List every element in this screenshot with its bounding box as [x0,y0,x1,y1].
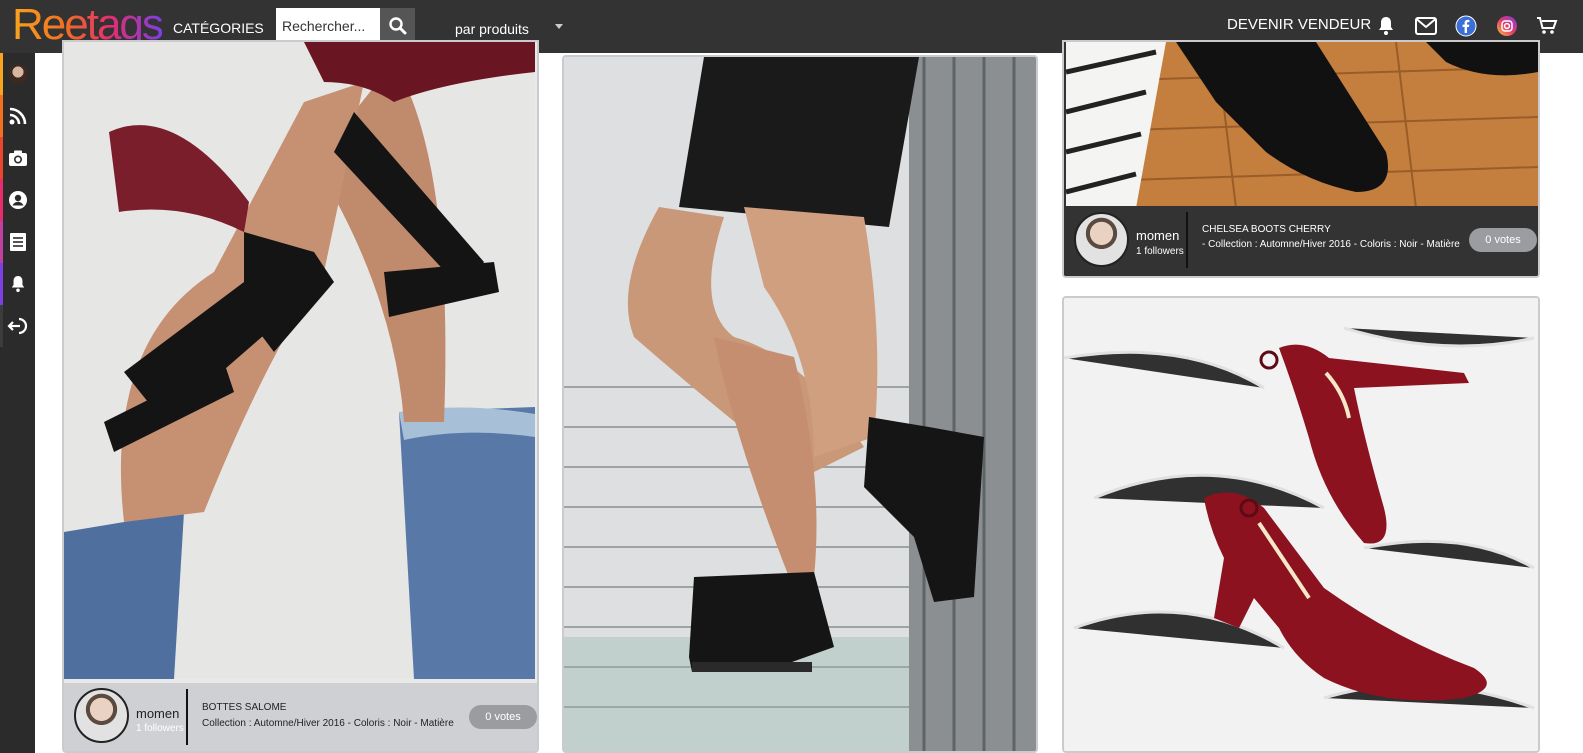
product-description: Collection : Automne/Hiver 2016 - Colori… [202,718,454,729]
product-image[interactable] [564,57,1036,751]
username[interactable]: momen [136,706,179,721]
notifications-bell-icon[interactable] [1374,14,1398,38]
chevron-down-icon[interactable] [555,24,563,29]
votes-button[interactable]: 0 votes [469,705,537,729]
followers-count: 1 followers [1136,246,1184,257]
search-icon [388,17,406,35]
sidebar-item-feed[interactable] [0,95,35,137]
sidebar-item-account[interactable] [0,179,35,221]
sidebar-item-notifications[interactable] [0,263,35,305]
camera-icon [8,150,27,166]
search-input[interactable] [276,8,380,44]
product-title[interactable]: CHELSEA BOOTS CHERRY [1202,224,1331,235]
sidebar-item-profile-avatar[interactable] [0,53,35,95]
instagram-icon[interactable] [1495,14,1519,38]
followers-count: 1 followers [136,723,184,734]
sidebar-item-orders[interactable] [0,221,35,263]
product-info-bar: momen 1 followers BOTTES SALOME Collecti… [64,683,537,751]
left-sidebar [0,53,35,753]
sidebar-item-photos[interactable] [0,137,35,179]
search-button[interactable] [380,8,415,44]
categories-menu[interactable]: CATÉGORIES [173,20,264,36]
username[interactable]: momen [1136,228,1179,243]
product-image[interactable] [1066,42,1538,208]
divider [1186,212,1188,268]
avatar [7,64,28,84]
product-description: - Collection : Automne/Hiver 2016 - Colo… [1202,239,1460,250]
user-icon [8,191,27,209]
product-image[interactable] [64,42,535,679]
product-card[interactable]: momen 1 followers BOTTES SALOME Collecti… [62,40,539,753]
search-filter-select[interactable]: par produits [455,21,529,37]
facebook-icon[interactable] [1454,14,1478,38]
avatar[interactable] [1074,212,1129,267]
rss-icon [9,107,26,125]
mail-icon[interactable] [1414,14,1438,38]
bell-icon [11,276,24,292]
logout-icon [6,317,27,335]
product-card[interactable]: momen 1 followers CHELSEA BOOTS CHERRY -… [1062,40,1540,278]
avatar[interactable] [74,688,129,743]
product-card[interactable] [1062,296,1540,753]
divider [186,689,188,745]
shopping-cart-icon[interactable] [1535,14,1559,38]
become-seller-link[interactable]: DEVENIR VENDEUR [1227,16,1371,33]
product-title[interactable]: BOTTES SALOME [202,702,286,713]
product-image[interactable] [1064,298,1538,751]
product-card[interactable] [562,55,1038,753]
sidebar-item-logout[interactable] [0,305,35,347]
list-icon [9,233,26,251]
votes-button[interactable]: 0 votes [1469,228,1537,252]
product-info-bar: momen 1 followers CHELSEA BOOTS CHERRY -… [1064,206,1538,276]
